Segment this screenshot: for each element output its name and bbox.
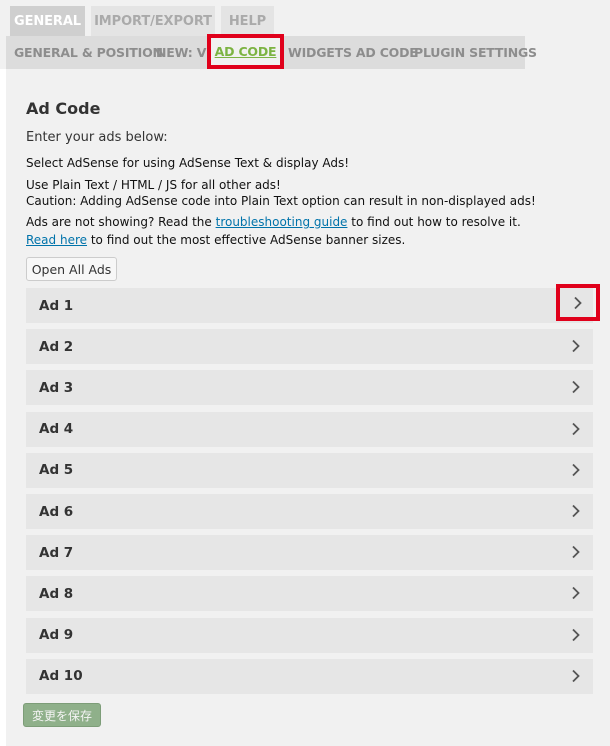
intro-text: Enter your ads below:	[26, 130, 168, 145]
sub-tab-group: GENERAL & POSITION NEW: VI AD CODE WIDGE…	[6, 34, 537, 69]
subtab-ad-code[interactable]: AD CODE	[207, 34, 284, 69]
subtab-new-vi[interactable]: NEW: VI	[156, 36, 208, 69]
sub-tab-bar: GENERAL & POSITION NEW: VI AD CODE WIDGE…	[0, 34, 610, 69]
ad-row-5[interactable]: Ad 5	[26, 452, 593, 488]
top-tab-bar: GENERAL IMPORT/EXPORT HELP	[0, 0, 610, 36]
ad-code-panel: Ad Code Enter your ads below: Select AdS…	[6, 69, 610, 746]
ad-label: Ad 8	[39, 585, 74, 602]
ad-row-7[interactable]: Ad 7	[26, 535, 593, 571]
tab-help[interactable]: HELP	[221, 6, 274, 36]
chevron-right-icon[interactable]	[567, 337, 585, 355]
info-troubleshooting-pre: Ads are not showing? Read the	[26, 215, 216, 229]
ad-label: Ad 3	[39, 379, 74, 396]
chevron-right-icon[interactable]	[567, 584, 585, 602]
ad-label: Ad 6	[39, 503, 74, 520]
tab-general[interactable]: GENERAL	[10, 6, 85, 36]
info-caution: Caution: Adding AdSense code into Plain …	[26, 194, 536, 208]
ad-label: Ad 5	[39, 462, 74, 479]
ad-row-6[interactable]: Ad 6	[26, 494, 593, 529]
ad-row-9[interactable]: Ad 9	[26, 617, 593, 653]
chevron-right-icon[interactable]	[567, 378, 585, 396]
ad-label: Ad 7	[39, 544, 74, 561]
ad-label: Ad 2	[39, 338, 74, 355]
chevron-right-icon[interactable]	[567, 543, 585, 561]
subtab-widgets-ad-code[interactable]: WIDGETS AD CODE	[288, 36, 418, 69]
save-changes-button[interactable]: 変更を保存	[23, 703, 101, 727]
info-troubleshooting-post: to find out how to resolve it.	[347, 215, 521, 229]
info-troubleshooting: Ads are not showing? Read the troublesho…	[26, 215, 521, 229]
open-all-ads-button[interactable]: Open All Ads	[26, 257, 117, 281]
tab-import-export[interactable]: IMPORT/EXPORT	[91, 6, 215, 36]
info-plain-text: Use Plain Text / HTML / JS for all other…	[26, 178, 281, 192]
subtab-plugin-settings[interactable]: PLUGIN SETTINGS	[414, 36, 537, 69]
ad-label: Ad 4	[39, 421, 74, 438]
subtab-general-position[interactable]: GENERAL & POSITION	[14, 36, 163, 69]
chevron-right-icon[interactable]	[556, 284, 600, 321]
troubleshooting-guide-link[interactable]: troubleshooting guide	[216, 215, 348, 229]
ad-row-10[interactable]: Ad 10	[26, 658, 593, 694]
info-banner-sizes-post: to find out the most effective AdSense b…	[87, 233, 406, 247]
chevron-right-icon[interactable]	[567, 420, 585, 438]
chevron-right-icon[interactable]	[567, 667, 585, 685]
ad-row-2[interactable]: Ad 2	[26, 329, 593, 365]
ad-row-8[interactable]: Ad 8	[26, 576, 593, 612]
ad-row-3[interactable]: Ad 3	[26, 370, 593, 406]
section-title: Ad Code	[26, 99, 101, 118]
chevron-right-icon[interactable]	[567, 626, 585, 644]
chevron-right-icon[interactable]	[567, 461, 585, 479]
read-here-link[interactable]: Read here	[26, 233, 87, 247]
ad-label: Ad 9	[39, 627, 74, 644]
chevron-right-icon[interactable]	[567, 502, 585, 520]
info-banner-sizes: Read here to find out the most effective…	[26, 233, 405, 247]
info-adsense: Select AdSense for using AdSense Text & …	[26, 156, 350, 170]
ad-row-1[interactable]: Ad 1	[26, 284, 600, 323]
ad-label: Ad 1	[39, 297, 74, 314]
ad-label: Ad 10	[39, 668, 83, 685]
ad-row-4[interactable]: Ad 4	[26, 411, 593, 447]
